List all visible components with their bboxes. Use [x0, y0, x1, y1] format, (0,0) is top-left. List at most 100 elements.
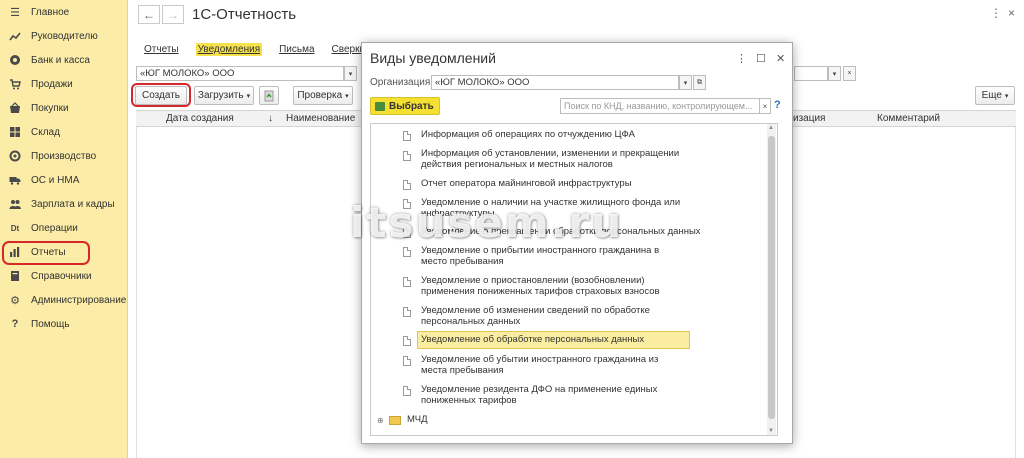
more-button[interactable]: Еще ▾: [975, 86, 1015, 105]
folder-icon: [389, 416, 401, 425]
sidebar-item-label: Банк и касса: [31, 54, 90, 66]
notification-list: Информация об операциях по отчуждению ЦФ…: [370, 123, 778, 436]
document-icon: [403, 277, 411, 287]
sidebar-item-purchases[interactable]: Покупки: [0, 96, 128, 120]
document-icon: [403, 307, 411, 317]
dropdown-icon[interactable]: ▾: [679, 75, 692, 90]
warehouse-icon: [8, 125, 22, 139]
sidebar-item-bank[interactable]: Банк и касса: [0, 48, 128, 72]
sort-arrow-icon[interactable]: ↓: [268, 113, 273, 124]
sidebar-item-director[interactable]: Руководителю: [0, 24, 128, 48]
menu-icon: ☰: [10, 6, 20, 19]
reports-highlight-frame: [2, 241, 90, 265]
tab-bar: Отчеты Уведомления Письма Сверки: [144, 43, 382, 56]
column-date[interactable]: Дата создания: [166, 113, 234, 124]
tab-letters[interactable]: Письма: [279, 43, 314, 56]
maximize-icon[interactable]: ☐: [756, 52, 766, 65]
chevron-down-icon: ▾: [246, 92, 251, 100]
forward-button[interactable]: →: [162, 5, 184, 24]
sidebar-item-operations[interactable]: Dt Операции: [0, 216, 128, 240]
scroll-down-icon[interactable]: ▼: [768, 428, 774, 434]
select-button[interactable]: Выбрать: [370, 97, 440, 115]
sidebar-item-assets[interactable]: ОС и НМА: [0, 168, 128, 192]
sidebar-item-main[interactable]: ☰ Главное: [0, 0, 128, 24]
dropdown-icon[interactable]: ▾: [344, 66, 357, 81]
sidebar-item-label: Производство: [31, 150, 97, 162]
document-icon: [403, 356, 411, 366]
document-icon: [403, 180, 411, 190]
sidebar-item-directories[interactable]: Справочники: [0, 264, 128, 288]
scrollbar[interactable]: ▲ ▼: [767, 124, 776, 435]
sidebar-item-label: Склад: [31, 126, 60, 138]
tab-notifications[interactable]: Уведомления: [195, 43, 263, 56]
sidebar-item-production[interactable]: Производство: [0, 144, 128, 168]
clear-icon[interactable]: ×: [843, 66, 856, 81]
close-icon[interactable]: ×: [1008, 6, 1015, 20]
help-icon[interactable]: ?: [774, 99, 781, 111]
folder-item[interactable]: МЧД: [407, 414, 697, 426]
column-name[interactable]: Наименование: [286, 113, 355, 124]
arrow-right-icon: →: [167, 7, 179, 22]
list-item[interactable]: Уведомление об изменении сведений по обр…: [421, 305, 706, 327]
document-icon: [403, 151, 411, 161]
sidebar-item-label: Покупки: [31, 102, 69, 114]
truck-icon: [8, 173, 22, 187]
more-icon[interactable]: ⋮: [736, 52, 747, 65]
cart-icon: [8, 77, 22, 91]
document-icon: [403, 386, 411, 396]
search-input[interactable]: Поиск по КНД, названию, контролирующем..…: [560, 98, 760, 114]
check-button-label: Проверка: [297, 90, 343, 101]
list-item[interactable]: Уведомление о приостановлении (возобновл…: [421, 275, 696, 297]
organization-field-extension[interactable]: [794, 66, 828, 81]
sidebar-item-label: Помощь: [31, 318, 70, 330]
sidebar-item-sales[interactable]: Продажи: [0, 72, 128, 96]
column-comment[interactable]: Комментарий: [877, 113, 940, 124]
document-icon: [403, 336, 411, 346]
clear-icon[interactable]: ×: [759, 98, 771, 114]
organization-field[interactable]: «ЮГ МОЛОКО» ООО: [431, 75, 679, 90]
list-item[interactable]: Уведомление об убытии иностранного гражд…: [421, 354, 681, 376]
dropdown-icon[interactable]: ▾: [828, 66, 841, 81]
check-button[interactable]: Проверка ▾: [293, 86, 353, 105]
scroll-thumb[interactable]: [768, 136, 775, 419]
more-button-label: Еще: [981, 90, 1002, 101]
close-icon[interactable]: ✕: [776, 52, 785, 65]
sidebar-item-label: Операции: [31, 222, 78, 234]
open-icon[interactable]: ⧉: [693, 75, 706, 90]
page-title: 1С-Отчетность: [192, 6, 297, 23]
list-item[interactable]: Отчет оператора майнинговой инфраструкту…: [421, 178, 711, 190]
list-item[interactable]: Уведомление о прибытии иностранного граж…: [421, 245, 686, 267]
sidebar: ☰ Главное Руководителю Банк и касса Прод…: [0, 0, 128, 458]
question-icon: ?: [11, 318, 19, 330]
people-icon: [8, 197, 22, 211]
list-item-selected[interactable]: Уведомление об обработке персональных да…: [421, 334, 711, 346]
tab-reports[interactable]: Отчеты: [144, 43, 179, 56]
list-item[interactable]: Информация об установлении, изменении и …: [421, 148, 686, 170]
document-icon: [403, 247, 411, 257]
column-organization[interactable]: изация: [793, 113, 825, 124]
chevron-down-icon: ▾: [1004, 92, 1009, 100]
scroll-up-icon[interactable]: ▲: [768, 125, 774, 131]
more-icon[interactable]: ⋮: [990, 6, 1002, 20]
create-highlight-frame: [131, 83, 191, 107]
organization-field[interactable]: «ЮГ МОЛОКО» ООО: [136, 66, 344, 81]
sidebar-item-salary[interactable]: Зарплата и кадры: [0, 192, 128, 216]
factory-icon: [8, 149, 22, 163]
sidebar-item-label: Главное: [31, 6, 70, 18]
sidebar-item-label: Зарплата и кадры: [31, 198, 115, 210]
sidebar-item-label: ОС и НМА: [31, 174, 80, 186]
list-item[interactable]: Уведомление резидента ДФО на применение …: [421, 384, 706, 406]
sidebar-item-warehouse[interactable]: Склад: [0, 120, 128, 144]
arrow-left-icon: ←: [143, 7, 155, 22]
chevron-down-icon: ▾: [345, 92, 349, 100]
sidebar-item-help[interactable]: ? Помощь: [0, 312, 128, 336]
list-item[interactable]: Информация об операциях по отчуждению ЦФ…: [421, 129, 711, 141]
back-button[interactable]: ←: [138, 5, 160, 24]
load-button[interactable]: Загрузить ▾: [194, 86, 254, 105]
expand-icon[interactable]: ⊕: [377, 416, 384, 425]
book-icon: [8, 269, 22, 283]
dialog-title: Виды уведомлений: [370, 50, 496, 66]
sidebar-item-admin[interactable]: ⚙ Администрирование: [0, 288, 128, 312]
select-button-label: Выбрать: [389, 100, 434, 112]
upload-icon[interactable]: [259, 86, 279, 105]
